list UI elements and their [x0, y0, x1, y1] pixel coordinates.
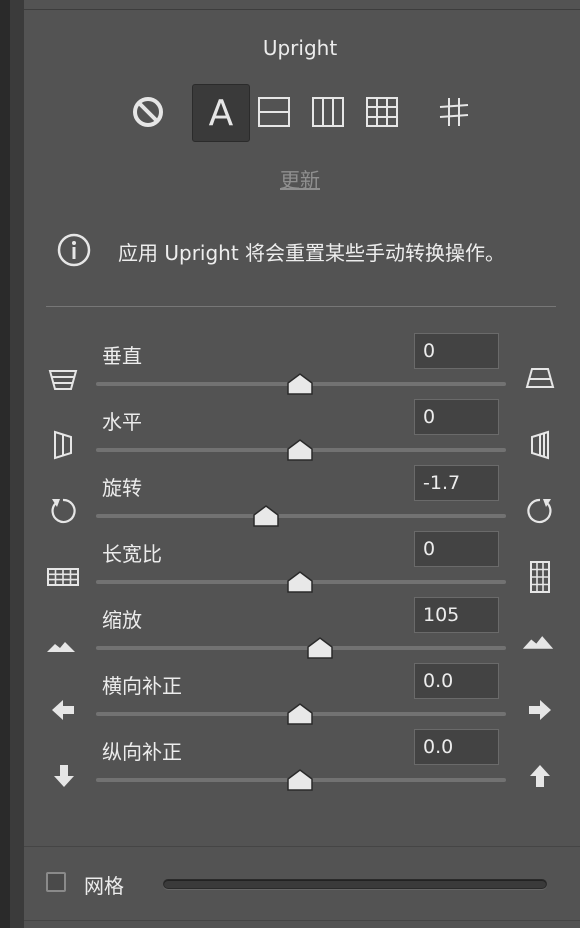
vertical-keystone-left-icon	[47, 363, 79, 395]
vertical-label: 垂直	[102, 344, 142, 368]
vertical-keystone-right-icon	[524, 363, 556, 395]
horizontal-slider-thumb[interactable]	[287, 439, 313, 461]
aspect-tall-icon	[524, 561, 556, 593]
offset-y-slider-thumb[interactable]	[287, 769, 313, 791]
vertical-slider-thumb[interactable]	[287, 373, 313, 395]
panel-bottom-divider	[24, 920, 580, 921]
window-edge	[0, 0, 10, 928]
offset-y-label: 纵向补正	[102, 740, 182, 764]
scale-slider-thumb[interactable]	[307, 637, 333, 659]
upright-full-button[interactable]	[362, 84, 402, 140]
info-icon	[57, 233, 91, 267]
scale-small-icon	[45, 630, 77, 662]
rotate-label: 旋转	[102, 476, 142, 500]
arrow-right-icon	[524, 694, 556, 726]
scale-slider-track[interactable]	[96, 646, 506, 650]
scale-value-field[interactable]: 105	[414, 597, 499, 633]
grid-label: 网格	[84, 874, 124, 898]
upright-title: Upright	[262, 36, 338, 60]
update-link[interactable]: 更新	[0, 164, 580, 193]
panel-edge	[10, 0, 24, 928]
aspect-wide-icon	[47, 561, 79, 593]
arrow-up-icon	[524, 760, 556, 792]
rotate-value-field[interactable]: -1.7	[414, 465, 499, 501]
rotate-right-icon	[524, 495, 556, 527]
offset-x-slider-thumb[interactable]	[287, 703, 313, 725]
auto-a-icon: A	[208, 92, 234, 134]
aspect-slider-thumb[interactable]	[287, 571, 313, 593]
upright-guided-button[interactable]	[434, 84, 474, 140]
horizontal-label: 水平	[102, 410, 142, 434]
guided-icon	[439, 98, 469, 126]
scale-large-icon	[522, 626, 554, 658]
grid-checkbox[interactable]	[46, 872, 66, 892]
horizontal-value-field[interactable]: 0	[414, 399, 499, 435]
horizontal-keystone-right-icon	[524, 429, 556, 461]
upright-off-button[interactable]	[128, 84, 168, 140]
grid-size-slider[interactable]	[163, 879, 547, 889]
top-divider	[24, 9, 580, 10]
rotate-slider-track[interactable]	[96, 514, 506, 518]
offset-x-label: 横向补正	[102, 674, 182, 698]
bottom-divider	[24, 846, 580, 847]
arrow-down-icon	[48, 760, 80, 792]
offset-y-value-field[interactable]: 0.0	[414, 729, 499, 765]
rotate-slider-thumb[interactable]	[253, 505, 279, 527]
upright-auto-button[interactable]: A	[192, 84, 250, 142]
upright-vertical-button[interactable]	[308, 84, 348, 140]
info-message: 应用 Upright 将会重置某些手动转换操作。	[118, 241, 506, 265]
offset-x-value-field[interactable]: 0.0	[414, 663, 499, 699]
vertical-value-field[interactable]: 0	[414, 333, 499, 369]
aspect-label: 长宽比	[102, 542, 162, 566]
upright-level-button[interactable]	[254, 84, 294, 140]
section-divider	[46, 306, 556, 307]
vertical-icon	[312, 97, 344, 127]
rotate-left-icon	[47, 495, 79, 527]
level-icon	[258, 97, 290, 127]
horizontal-keystone-left-icon	[47, 429, 79, 461]
arrow-left-icon	[47, 694, 79, 726]
scale-label: 缩放	[102, 608, 142, 632]
no-icon	[133, 97, 163, 127]
full-grid-icon	[366, 97, 398, 127]
aspect-value-field[interactable]: 0	[414, 531, 499, 567]
